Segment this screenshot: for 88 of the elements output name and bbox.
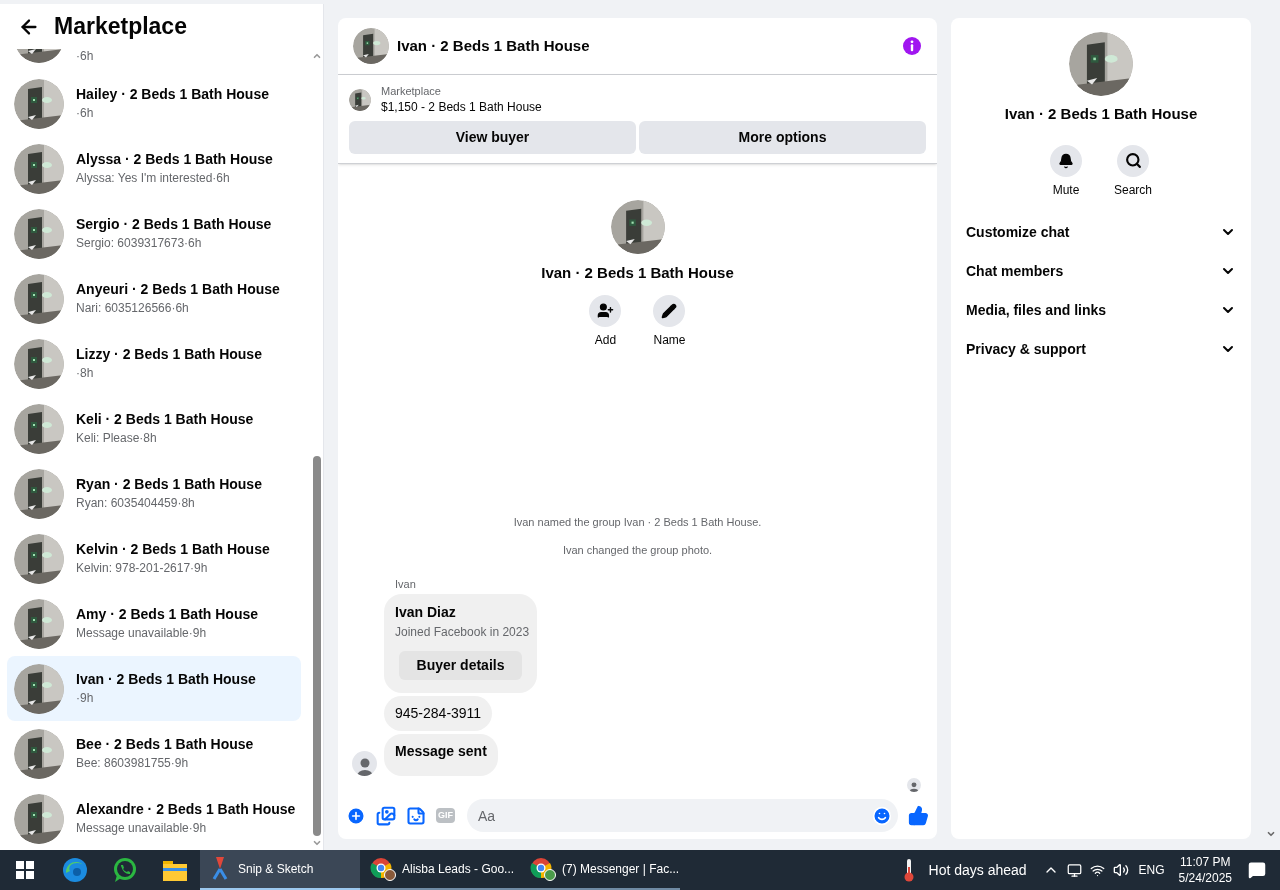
listing-action-button[interactable]: More options	[639, 121, 926, 154]
browser-icon[interactable]	[62, 857, 88, 883]
conversation-preview: ·6h	[76, 49, 94, 65]
conversation-item[interactable]: Bee · 2 Beds 1 Bath House Bee: 8603981755·9h	[7, 721, 301, 786]
system-message: Ivan changed the group photo.	[562, 543, 713, 558]
conversation-item[interactable]: Amy · 2 Beds 1 Bath House Message unavailable·9h	[7, 591, 301, 656]
conversation-preview: ·9h	[76, 690, 95, 707]
details-section[interactable]: Chat members	[958, 251, 1244, 291]
browser-profile-icon[interactable]	[530, 857, 556, 881]
conversation-title: Anyeuri · 2 Beds 1 Bath House	[76, 280, 280, 299]
pencil-icon	[661, 302, 678, 319]
conversation-preview: Keli: Please·8h	[76, 430, 158, 447]
conversation-preview: Kelvin: 978-201-2617·9h	[76, 560, 209, 577]
scroll-down-icon[interactable]	[1266, 829, 1276, 839]
conversation-item[interactable]: Hailey · 2 Beds 1 Bath House ·6h	[7, 71, 301, 136]
device-icon[interactable]	[1066, 862, 1082, 878]
network-icon[interactable]	[1089, 862, 1105, 878]
conversation-item[interactable]: Ryan · 2 Beds 1 Bath House Ryan: 6035404459·8h	[7, 461, 301, 526]
system-message: Ivan named the group Ivan · 2 Beds 1 Bath House.	[513, 514, 762, 530]
conversation-preview: Nari: 6035126566·6h	[76, 300, 190, 317]
buyer-name: Ivan Diaz	[395, 603, 457, 622]
page-title: Marketplace	[54, 12, 187, 42]
chat-title: Ivan · 2 Beds 1 Bath House	[397, 35, 591, 56]
conversation-item[interactable]: Alexandre · 2 Beds 1 Bath House Message unavailable·9h	[7, 786, 301, 850]
conversation-title: Sergio · 2 Beds 1 Bath House	[76, 215, 272, 234]
add-person-icon	[597, 302, 614, 319]
details-section[interactable]: Privacy & support	[958, 329, 1244, 369]
conversation-item[interactable]: Anyeuri · 2 Beds 1 Bath House Nari: 6035126566·6h	[7, 266, 301, 331]
details-section[interactable]: Media, files and links	[958, 290, 1244, 330]
conversation-item[interactable]: Kelvin · 2 Beds 1 Bath House Kelvin: 978-201-2617·9h	[7, 526, 301, 591]
listing-action-button[interactable]: View buyer	[349, 121, 636, 154]
info-icon[interactable]	[902, 36, 922, 56]
search-icon	[1124, 152, 1142, 169]
conversation-item[interactable]: Alyssa · 2 Beds 1 Bath House Alyssa: Yes I'm interested·6h	[7, 136, 301, 201]
message-bubble: 945-284-3911	[384, 696, 493, 731]
message-field[interactable]: Aa	[467, 799, 898, 832]
thermometer-icon[interactable]	[902, 858, 915, 882]
conversation-title: Alexandre · 2 Beds 1 Bath House	[76, 800, 296, 819]
details-section[interactable]: Customize chat	[958, 212, 1244, 252]
taskbar-task[interactable]: Snip & Sketch	[200, 850, 360, 890]
message-bubble: Message sent	[384, 734, 498, 776]
conversation-preview: Sergio: 6039317673·6h	[76, 235, 203, 252]
seen-avatar-icon	[907, 778, 921, 792]
conversation-item[interactable]: Lizzy · 2 Beds 1 Bath House ·8h	[7, 331, 301, 396]
image-icon[interactable]	[376, 805, 396, 826]
add-icon[interactable]	[346, 805, 366, 826]
volume-icon[interactable]	[1112, 862, 1129, 878]
phone-chat-icon[interactable]	[112, 857, 138, 883]
conversation-preview: Alyssa: Yes I'm interested·6h	[76, 170, 231, 187]
clock[interactable]: 11:07 PM 5/24/2025	[1178, 854, 1232, 886]
conversation-preview: Message unavailable·9h	[76, 820, 208, 837]
conversation-title: Alyssa · 2 Beds 1 Bath House	[76, 150, 273, 169]
like-icon[interactable]	[908, 805, 929, 826]
conversation-preview: ·8h	[76, 365, 95, 382]
details-title: Ivan · 2 Beds 1 Bath House	[1004, 104, 1198, 124]
conversation-title: Kelvin · 2 Beds 1 Bath House	[76, 540, 270, 559]
conversation-title: Amy · 2 Beds 1 Bath House	[76, 605, 259, 624]
folder-icon[interactable]	[163, 859, 187, 881]
conversation-title: Ryan · 2 Beds 1 Bath House	[76, 475, 262, 494]
listing-title: $1,150 - 2 Beds 1 Bath House	[381, 99, 542, 116]
user-avatar-icon	[352, 751, 377, 776]
conversation-preview: Message unavailable·9h	[76, 625, 208, 642]
conversation-title: Hailey · 2 Beds 1 Bath House	[76, 85, 269, 104]
bell-icon	[1058, 152, 1074, 169]
taskbar-task[interactable]: Alisba Leads - Goo...	[360, 850, 520, 890]
scroll-down-icon[interactable]	[311, 838, 322, 848]
conversation-title: Ivan · 2 Beds 1 Bath House	[76, 670, 256, 689]
listing-source: Marketplace	[381, 84, 442, 99]
conversation-preview: Ryan: 6035404459·8h	[76, 495, 196, 512]
conversation-title: Bee · 2 Beds 1 Bath House	[76, 735, 254, 754]
conversation-title: Keli · 2 Beds 1 Bath House	[76, 410, 254, 429]
notification-icon[interactable]	[1248, 861, 1266, 879]
taskbar-task[interactable]: (7) Messenger | Fac...	[520, 850, 680, 890]
conversation-item[interactable]: Sergio · 2 Beds 1 Bath House Sergio: 6039317673·6h	[7, 201, 301, 266]
group-title: Ivan · 2 Beds 1 Bath House	[541, 263, 734, 283]
conversation-preview: ·6h	[76, 105, 95, 122]
language-indicator[interactable]: ENG	[1138, 861, 1165, 879]
weather-text[interactable]: Hot days ahead	[928, 859, 1027, 881]
conversation-item[interactable]: Ivan · 2 Beds 1 Bath House ·9h	[7, 656, 301, 721]
sender-name: Ivan	[395, 576, 417, 592]
scroll-up-icon[interactable]	[311, 51, 322, 61]
buyer-details-button[interactable]: Buyer details	[399, 651, 522, 680]
conversation-title: Lizzy · 2 Beds 1 Bath House	[76, 345, 262, 364]
sticker-icon[interactable]	[406, 805, 426, 826]
windows-logo-icon[interactable]	[16, 861, 34, 879]
conversation-item[interactable]: Keli · 2 Beds 1 Bath House Keli: Please·8h	[7, 396, 301, 461]
browser-profile-icon[interactable]	[370, 857, 396, 881]
conversation-preview: Bee: 8603981755·9h	[76, 755, 190, 772]
